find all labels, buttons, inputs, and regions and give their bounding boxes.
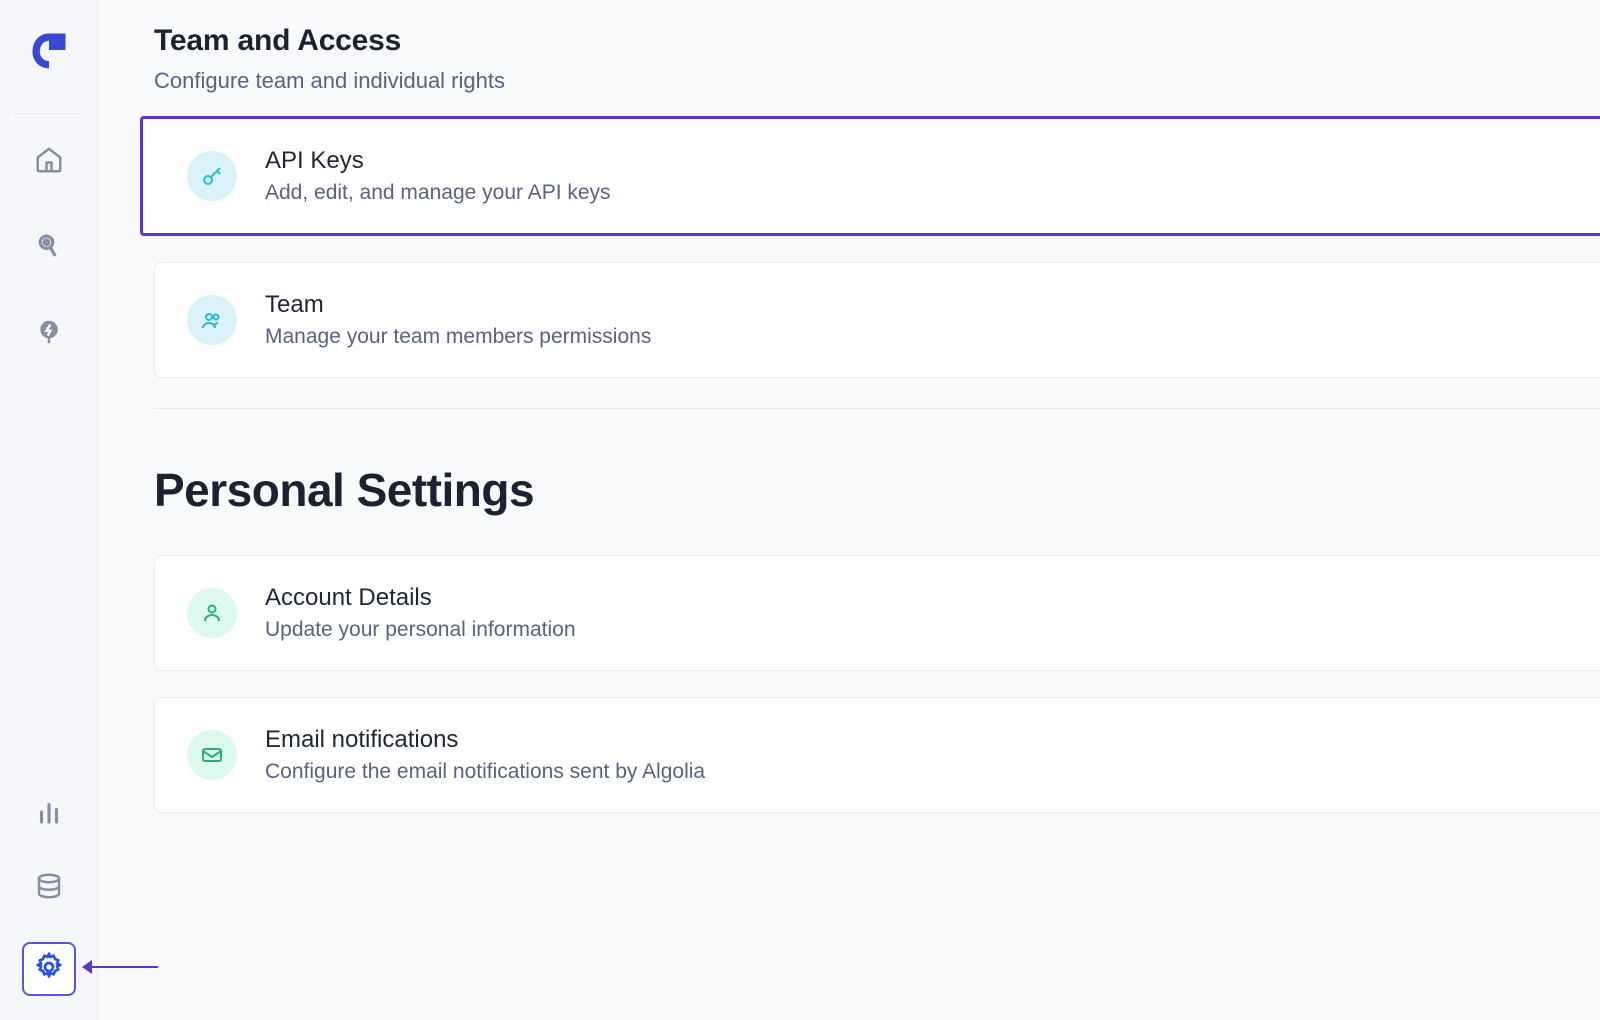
key-icon [187, 151, 237, 201]
section-title-personal: Personal Settings [154, 463, 1600, 517]
section-subtitle-team-access: Configure team and individual rights [154, 68, 1600, 94]
card-subtitle: Add, edit, and manage your API keys [265, 181, 611, 205]
user-icon [187, 588, 237, 638]
database-icon [34, 871, 64, 906]
sidebar-item-home[interactable] [29, 142, 69, 182]
callout-arrow [80, 956, 160, 978]
card-subtitle: Configure the email notifications sent b… [265, 760, 705, 784]
sidebar-item-analytics[interactable] [29, 794, 69, 834]
bar-chart-icon [34, 797, 64, 832]
card-team[interactable]: Team Manage your team members permission… [154, 262, 1600, 378]
card-title: Account Details [265, 584, 576, 612]
sidebar-item-recommend[interactable] [29, 314, 69, 354]
mail-icon [187, 730, 237, 780]
sidebar [0, 0, 98, 1020]
sidebar-item-search[interactable] [29, 228, 69, 268]
card-email-notifications[interactable]: Email notifications Configure the email … [154, 697, 1600, 813]
main-content: Team and Access Configure team and indiv… [98, 0, 1600, 1020]
section-title-team-access: Team and Access [154, 24, 1600, 58]
card-account-details[interactable]: Account Details Update your personal inf… [154, 555, 1600, 671]
section-divider [154, 408, 1600, 409]
sidebar-divider [14, 113, 84, 114]
search-icon [34, 231, 64, 266]
home-icon [34, 145, 64, 180]
card-title: Team [265, 291, 651, 319]
card-subtitle: Manage your team members permissions [265, 325, 651, 349]
card-title: Email notifications [265, 726, 705, 754]
bolt-icon [34, 317, 64, 352]
users-icon [187, 295, 237, 345]
sidebar-item-settings[interactable] [22, 942, 76, 996]
card-subtitle: Update your personal information [265, 618, 576, 642]
gear-icon [33, 951, 65, 988]
sidebar-item-data[interactable] [29, 868, 69, 908]
card-title: API Keys [265, 147, 611, 175]
algolia-logo[interactable] [27, 28, 71, 77]
card-api-keys[interactable]: API Keys Add, edit, and manage your API … [140, 116, 1600, 236]
